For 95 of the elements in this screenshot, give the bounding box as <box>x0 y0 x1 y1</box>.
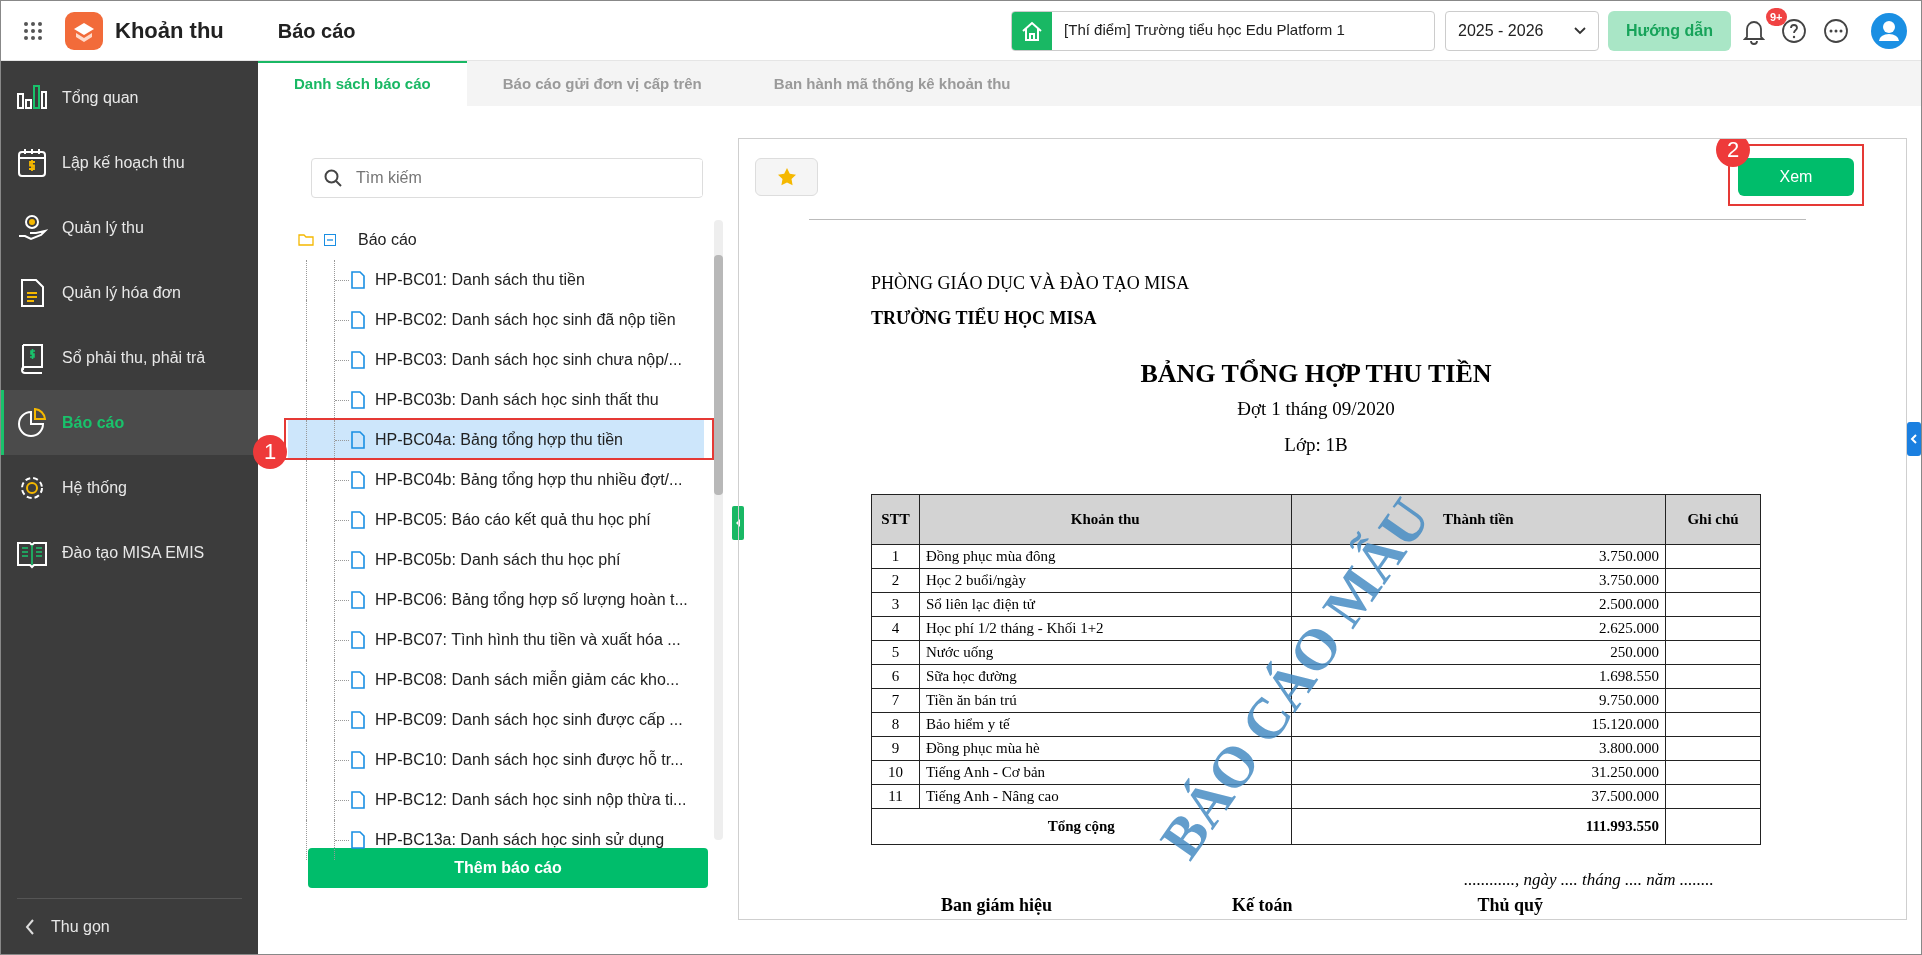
notification-badge: 9+ <box>1766 7 1787 26</box>
table-cell: Học phí 1/2 tháng - Khối 1+2 <box>919 616 1291 640</box>
help-icon[interactable] <box>1781 17 1807 44</box>
report-department: PHÒNG GIÁO DỤC VÀ ĐÀO TẠO MISA <box>871 271 1191 295</box>
more-icon[interactable] <box>1823 17 1849 44</box>
report-school: TRƯỜNG TIỂU HỌC MISA <box>871 306 1098 330</box>
table-cell: 8 <box>871 712 920 736</box>
file-icon <box>351 510 365 529</box>
tree-item[interactable]: HP-BC06: Bảng tổng hợp số lượng hoàn t... <box>288 579 704 620</box>
table-cell: 3.800.000 <box>1291 736 1666 760</box>
pie-chart-icon <box>16 406 48 439</box>
table-cell: 11 <box>871 784 920 808</box>
date-line: ............, ngày .... tháng .... năm ........ <box>1464 868 1715 891</box>
file-icon <box>351 710 365 729</box>
table-cell: 31.250.000 <box>1291 760 1666 784</box>
table-cell: 111.993.550 <box>1291 808 1666 844</box>
file-icon <box>351 590 365 609</box>
sidebar-item[interactable]: Quản lý thu <box>1 195 258 260</box>
chevron-left-icon <box>25 917 35 936</box>
file-icon <box>351 670 365 689</box>
table-cell: 2 <box>871 568 920 592</box>
home-icon <box>1012 11 1053 50</box>
collapse-button[interactable]: Thu gọn <box>17 898 242 954</box>
tree-item[interactable]: HP-BC08: Danh sách miễn giảm các kho... <box>288 659 704 700</box>
search-icon <box>324 168 342 187</box>
signature-label: Thủ quỹ <box>1477 894 1544 917</box>
app-title: Khoản thu <box>115 17 224 45</box>
table-cell: Học 2 buổi/ngày <box>919 568 1291 592</box>
column-header: Ghi chú <box>1665 494 1761 544</box>
file-icon <box>351 630 365 649</box>
table-cell: 10 <box>871 760 920 784</box>
file-icon <box>351 830 365 849</box>
report-title: BẢNG TỔNG HỢP THU TIỀN <box>1140 357 1492 390</box>
file-icon <box>351 470 365 489</box>
file-icon <box>351 350 365 369</box>
tree-item[interactable]: HP-BC02: Danh sách học sinh đã nộp tiền <box>288 299 704 340</box>
table-cell: 37.500.000 <box>1291 784 1666 808</box>
table-cell: 15.120.000 <box>1291 712 1666 736</box>
star-icon <box>776 167 797 186</box>
table-cell: 1 <box>871 544 920 568</box>
sidebar-item[interactable]: Lập kế hoạch thu <box>1 130 258 195</box>
tree-item[interactable]: HP-BC04b: Bảng tổng hợp thu nhiều đợt/... <box>288 459 704 500</box>
search-input[interactable]: Tìm kiếm <box>354 159 702 196</box>
step-badge: 2 <box>1716 138 1750 167</box>
tree-item[interactable]: HP-BC04a: Bảng tổng hợp thu tiền <box>288 419 704 460</box>
page-title: Báo cáo <box>277 18 356 44</box>
collapse-icon[interactable] <box>324 233 336 246</box>
calendar-icon <box>16 146 48 179</box>
table-cell: Đồng phục mùa đông <box>919 544 1291 568</box>
tree-item[interactable]: HP-BC03: Danh sách học sinh chưa nộp/... <box>288 339 704 380</box>
sidebar-item[interactable]: Đào tạo MISA EMIS <box>1 520 258 585</box>
sidebar-item[interactable]: Tổng quan <box>1 65 258 130</box>
tree-item[interactable]: HP-BC01: Danh sách thu tiền <box>288 259 704 300</box>
report-period: Đợt 1 tháng 09/2020 <box>1237 396 1395 421</box>
signature-label: Ban giám hiệu <box>941 894 1053 917</box>
school-selector[interactable]: [Thí điểm] Trường tiểu học Edu Platform 1 <box>1011 10 1436 51</box>
signature-label: Kế toán <box>1232 894 1293 917</box>
table-cell: 9 <box>871 736 920 760</box>
tree-item[interactable]: HP-BC09: Danh sách học sinh được cấp ... <box>288 699 704 740</box>
scrollbar[interactable] <box>714 219 723 840</box>
tree-folder[interactable]: Báo cáo <box>288 219 704 260</box>
file-icon <box>351 310 365 329</box>
column-header: STT <box>871 494 920 544</box>
tree-item[interactable]: HP-BC05b: Danh sách thu học phí <box>288 539 704 580</box>
tree-item[interactable]: HP-BC07: Tình hình thu tiền và xuất hóa ... <box>288 619 704 660</box>
expand-panel-icon[interactable] <box>1907 421 1921 456</box>
sidebar-item[interactable]: Quản lý hóa đơn <box>1 260 258 325</box>
tree-item[interactable]: HP-BC05: Báo cáo kết quả thu học phí <box>288 499 704 540</box>
folder-icon <box>298 233 314 246</box>
app-logo-icon <box>65 11 103 50</box>
file-icon <box>351 390 365 409</box>
year-dropdown[interactable]: 2025 - 2026 <box>1445 10 1600 51</box>
report-class: Lớp: 1B <box>1284 433 1348 457</box>
table-cell: 7 <box>871 688 920 712</box>
table-cell: 4 <box>871 616 920 640</box>
chevron-down-icon <box>1574 26 1587 35</box>
table-cell: 5 <box>871 640 920 664</box>
step-badge: 1 <box>253 434 287 469</box>
avatar-icon[interactable] <box>1871 12 1907 49</box>
tree-item[interactable]: HP-BC12: Danh sách học sinh nộp thừa ti... <box>288 779 704 820</box>
table-cell: 6 <box>871 664 920 688</box>
column-header: Khoản thu <box>919 494 1291 544</box>
table-cell: 3 <box>871 592 920 616</box>
table-cell: Sổ liên lạc điện tử <box>919 592 1291 616</box>
tree-item[interactable]: HP-BC03b: Danh sách học sinh thất thu <box>288 379 704 420</box>
sidebar-item[interactable]: Sổ phải thu, phải trả <box>1 325 258 390</box>
search-field[interactable]: Tìm kiếm <box>311 157 703 198</box>
file-icon <box>351 550 365 569</box>
sidebar-item[interactable]: Báo cáo <box>1 390 258 455</box>
tree-item[interactable]: HP-BC10: Danh sách học sinh được hỗ tr... <box>288 739 704 780</box>
app-grid-icon[interactable] <box>23 20 43 41</box>
file-icon <box>351 430 365 449</box>
file-icon <box>351 790 365 809</box>
file-icon <box>351 750 365 769</box>
file-icon <box>351 270 365 289</box>
